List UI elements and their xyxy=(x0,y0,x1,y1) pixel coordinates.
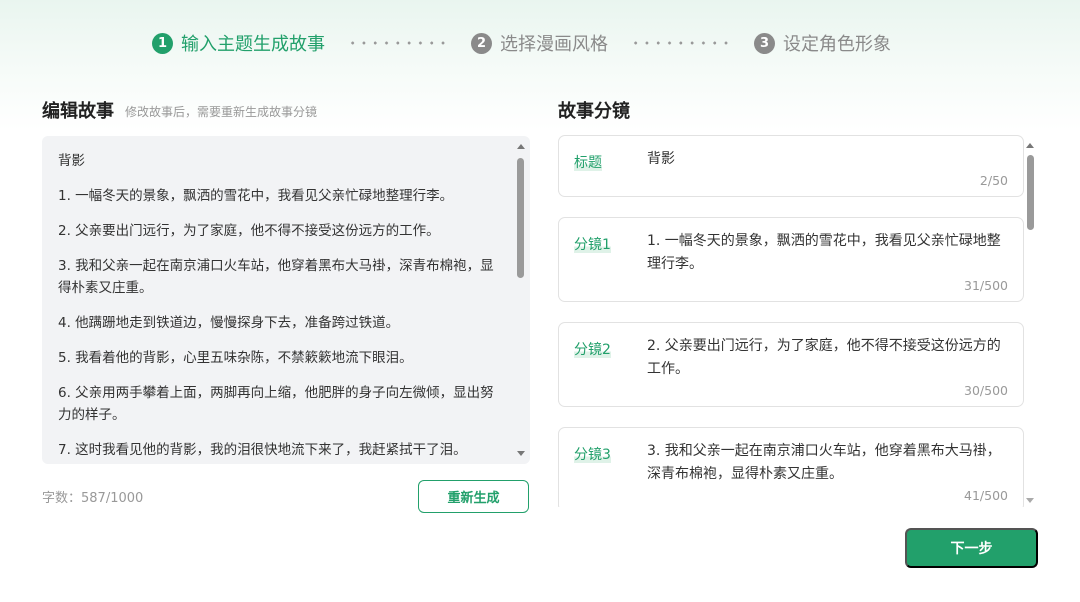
scroll-down-arrow-icon[interactable] xyxy=(1026,498,1034,503)
card-char-count: 31/500 xyxy=(964,278,1008,293)
card-label: 标题 xyxy=(574,155,602,171)
storyboard-title-card[interactable]: 标题 背影 2/50 xyxy=(558,135,1024,197)
storyboard-scene-card[interactable]: 分镜1 1. 一幅冬天的景象，飘洒的雪花中，我看见父亲忙碌地整理行李。 31/5… xyxy=(558,217,1024,302)
card-label: 分镜1 xyxy=(574,237,611,253)
card-char-count: 41/500 xyxy=(964,488,1008,503)
card-text-input[interactable]: 2. 父亲要出门远行，为了家庭，他不得不接受这份远方的工作。 xyxy=(647,335,1005,381)
story-paragraph: 背影 xyxy=(58,153,85,169)
story-paragraph: 6. 父亲用两手攀着上面，两脚再向上缩，他肥胖的身子向左微倾，显出努力的样子。 xyxy=(58,385,494,423)
step-separator xyxy=(347,41,449,45)
card-label: 分镜2 xyxy=(574,342,611,358)
storyboard-scrollbar[interactable] xyxy=(1027,155,1034,230)
step-2[interactable]: 2 选择漫画风格 xyxy=(471,30,608,56)
step-1-label: 输入主题生成故事 xyxy=(181,34,325,55)
edit-story-title: 编辑故事 xyxy=(42,101,114,122)
step-separator xyxy=(630,41,732,45)
card-char-count: 2/50 xyxy=(979,173,1008,188)
step-indicator: 1 输入主题生成故事 2 选择漫画风格 3 设定角色形象 xyxy=(152,30,891,56)
step-2-number: 2 xyxy=(471,32,492,54)
card-label: 分镜3 xyxy=(574,447,611,463)
story-textarea[interactable]: 背影 1. 一幅冬天的景象，飘洒的雪花中，我看见父亲忙碌地整理行李。 2. 父亲… xyxy=(42,136,530,464)
story-paragraph: 4. 他蹒跚地走到铁道边，慢慢探身下去，准备跨过铁道。 xyxy=(58,315,400,331)
card-text-input[interactable]: 1. 一幅冬天的景象，飘洒的雪花中，我看见父亲忙碌地整理行李。 xyxy=(647,230,1005,276)
card-text-input[interactable]: 背影 xyxy=(647,148,1005,171)
scroll-up-arrow-icon[interactable] xyxy=(1026,143,1034,148)
character-count: 字数：587/1000 xyxy=(42,491,144,506)
step-1[interactable]: 1 输入主题生成故事 xyxy=(152,30,325,56)
step-2-label: 选择漫画风格 xyxy=(500,34,608,55)
card-text-input[interactable]: 3. 我和父亲一起在南京浦口火车站，他穿着黑布大马褂，深青布棉袍，显得朴素又庄重… xyxy=(647,440,1005,486)
storyboard-list[interactable]: 标题 背影 2/50 分镜1 1. 一幅冬天的景象，飘洒的雪花中，我看见父亲忙碌… xyxy=(558,135,1038,507)
editor-scrollbar[interactable] xyxy=(517,158,524,278)
card-char-count: 30/500 xyxy=(964,383,1008,398)
storyboard-scene-card[interactable]: 分镜3 3. 我和父亲一起在南京浦口火车站，他穿着黑布大马褂，深青布棉袍，显得朴… xyxy=(558,427,1024,507)
story-paragraph: 1. 一幅冬天的景象，飘洒的雪花中，我看见父亲忙碌地整理行李。 xyxy=(58,188,454,204)
storyboard-title: 故事分镜 xyxy=(558,101,630,122)
story-paragraph: 3. 我和父亲一起在南京浦口火车站，他穿着黑布大马褂，深青布棉袍，显得朴素又庄重… xyxy=(58,258,494,296)
story-paragraph: 5. 我看着他的背影，心里五味杂陈，不禁簌簌地流下眼泪。 xyxy=(58,350,413,366)
story-text[interactable]: 背影 1. 一幅冬天的景象，飘洒的雪花中，我看见父亲忙碌地整理行李。 2. 父亲… xyxy=(42,136,530,461)
story-paragraph: 7. 这时我看见他的背影，我的泪很快地流下来了，我赶紧拭干了泪。 xyxy=(58,442,467,458)
storyboard-scene-card[interactable]: 分镜2 2. 父亲要出门远行，为了家庭，他不得不接受这份远方的工作。 30/50… xyxy=(558,322,1024,407)
scroll-up-arrow-icon[interactable] xyxy=(517,144,525,149)
step-3-label: 设定角色形象 xyxy=(783,34,891,55)
step-3-number: 3 xyxy=(754,32,775,54)
step-1-number: 1 xyxy=(152,32,173,54)
edit-story-hint: 修改故事后，需要重新生成故事分镜 xyxy=(125,105,318,119)
story-paragraph: 2. 父亲要出门远行，为了家庭，他不得不接受这份远方的工作。 xyxy=(58,223,440,239)
next-step-button[interactable]: 下一步 xyxy=(905,528,1038,568)
regenerate-button[interactable]: 重新生成 xyxy=(418,480,529,513)
scroll-down-arrow-icon[interactable] xyxy=(517,451,525,456)
step-3[interactable]: 3 设定角色形象 xyxy=(754,30,891,56)
